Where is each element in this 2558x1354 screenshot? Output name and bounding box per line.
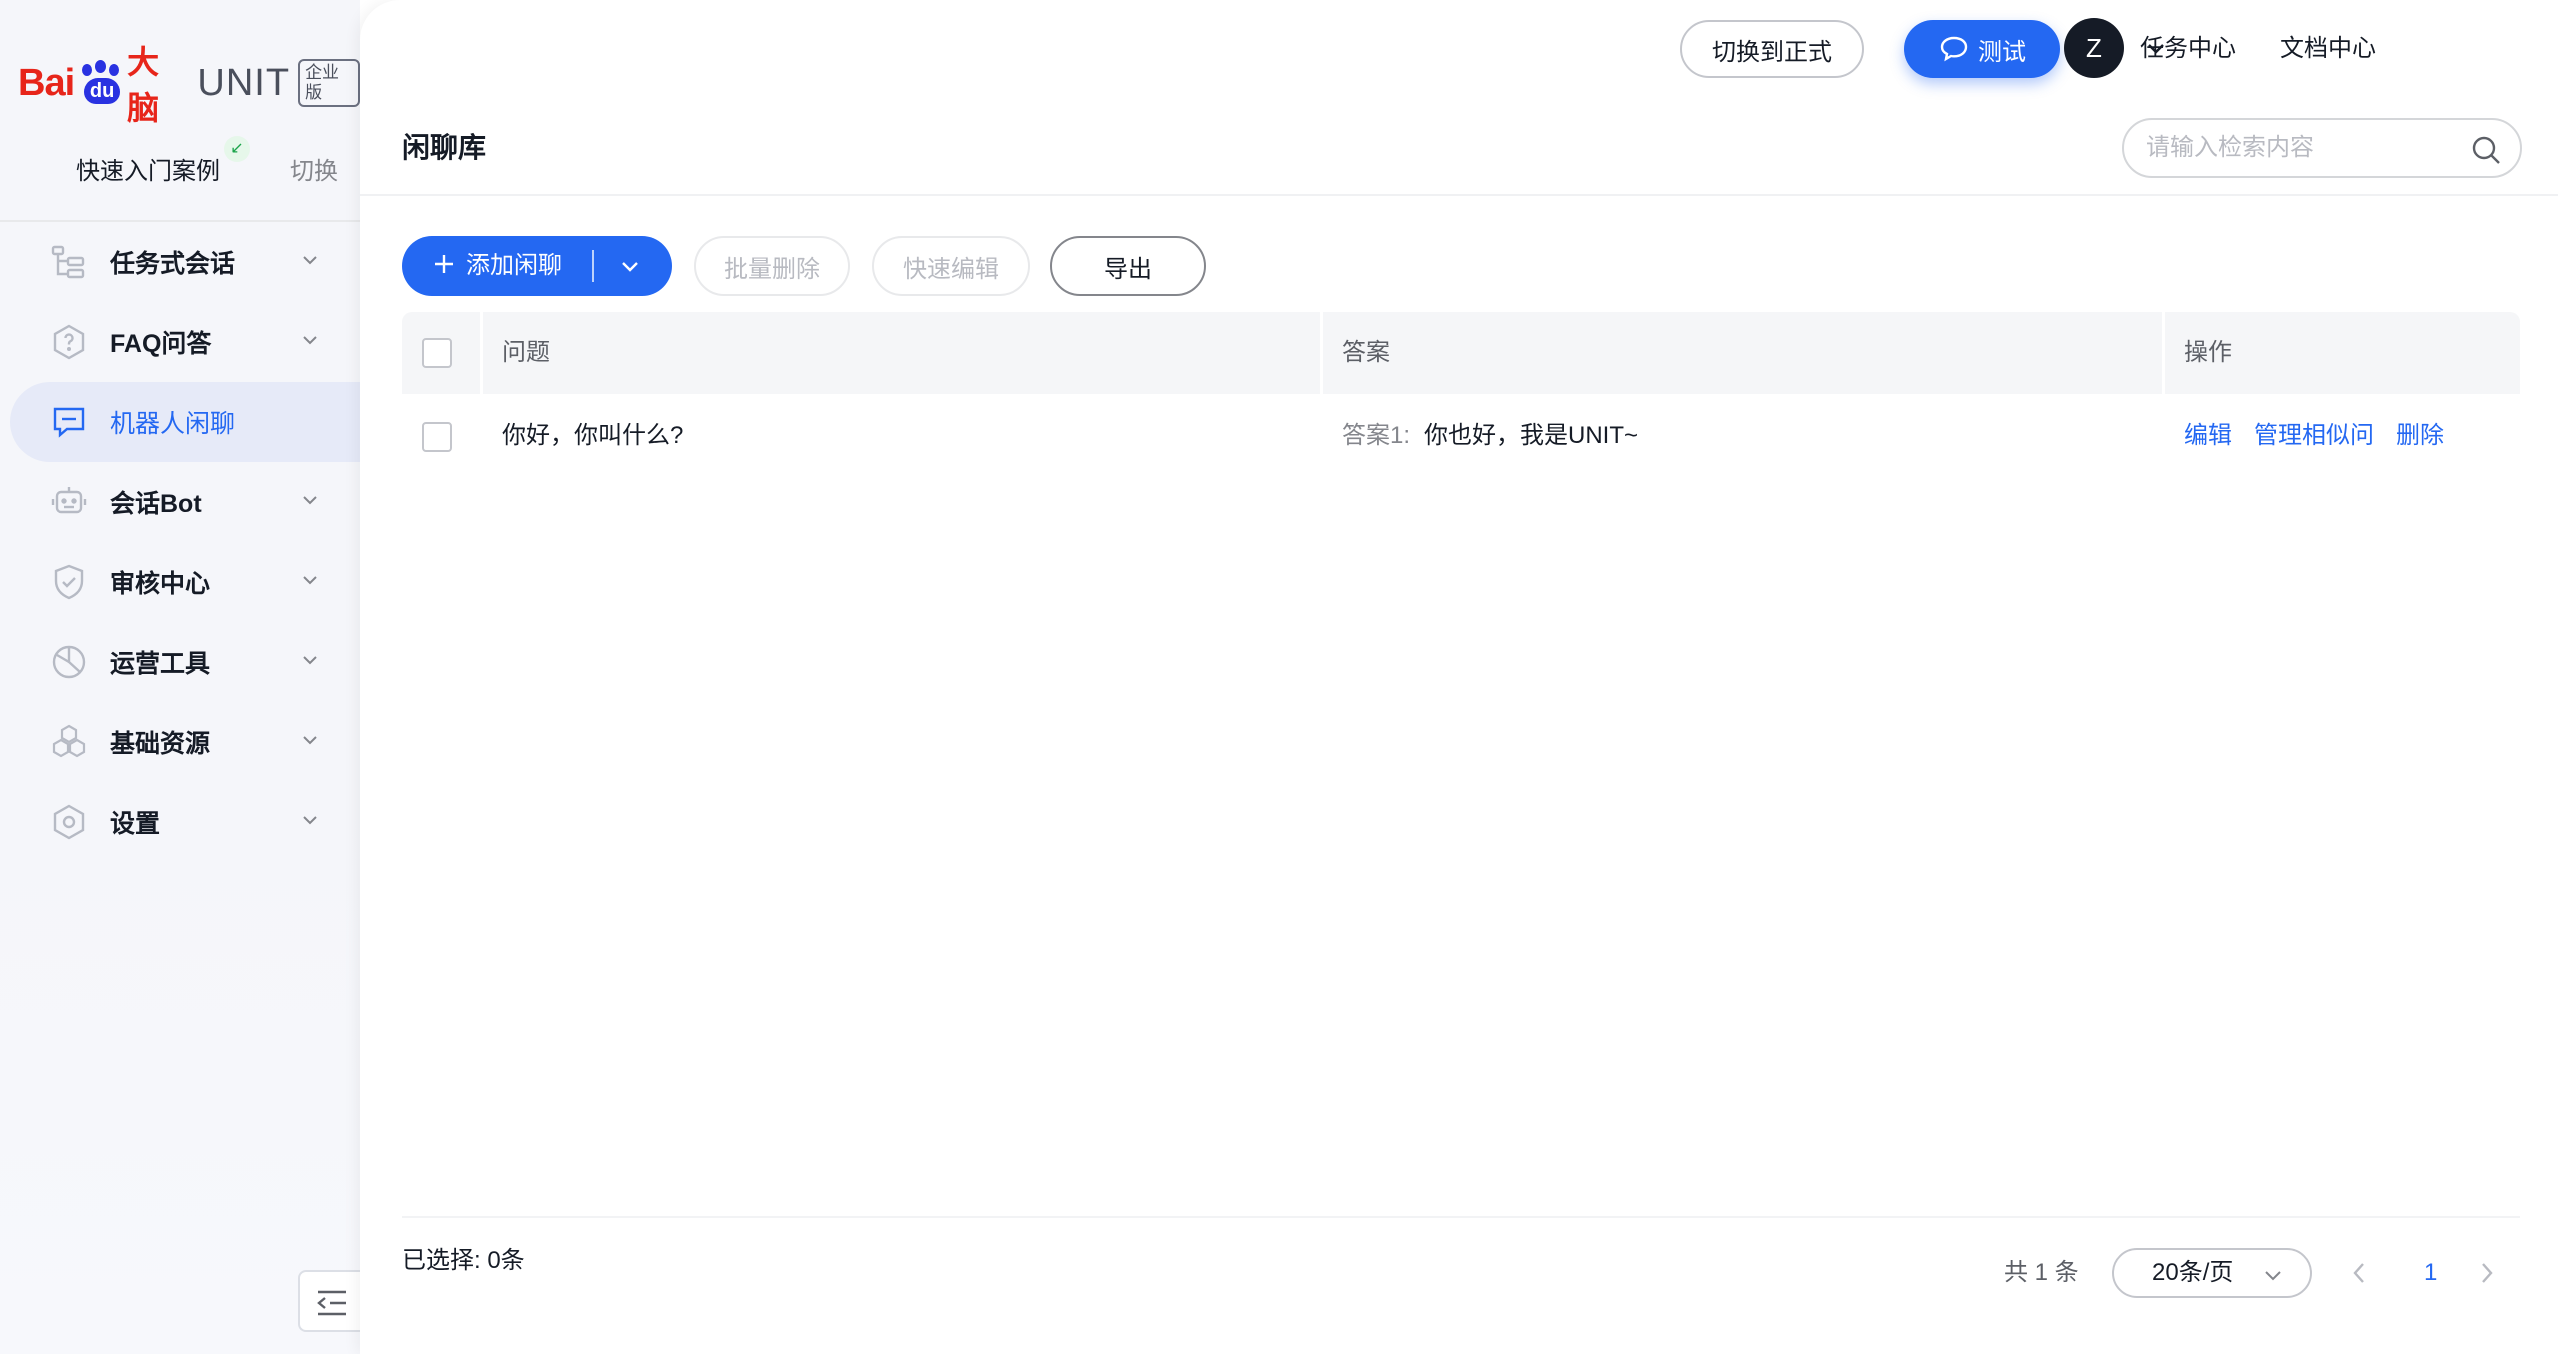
prev-page-icon[interactable] bbox=[2350, 1260, 2370, 1286]
chevron-down-icon bbox=[2265, 1271, 2281, 1281]
sidebar-item-base-resources[interactable]: 基础资源 bbox=[10, 702, 360, 782]
project-link-icon: ↙ bbox=[224, 136, 250, 162]
actions-cell: 编辑 管理相似问 删除 bbox=[2164, 394, 2466, 478]
column-header-question: 问题 bbox=[502, 339, 550, 366]
sidebar-item-label: 会话Bot bbox=[110, 490, 202, 518]
sidebar-item-label: 设置 bbox=[110, 810, 161, 838]
footer-divider bbox=[402, 1216, 2520, 1218]
add-chat-button[interactable]: 添加闲聊 bbox=[402, 236, 672, 296]
test-button-label: 测试 bbox=[1978, 38, 2026, 66]
edition-badge: 企业版 bbox=[298, 59, 360, 107]
sidebar-item-settings[interactable]: 设置 bbox=[10, 782, 360, 862]
table-header: 问题 答案 操作 bbox=[402, 312, 2520, 394]
answer-cell: 答案1: 你也好，我是UNIT~ bbox=[1322, 394, 1638, 478]
top-bar: 切换到正式 测试 任务中心 文档中心 Z bbox=[360, 0, 2558, 98]
sidebar-item-label: 审核中心 bbox=[110, 570, 211, 598]
robot-icon bbox=[51, 487, 87, 514]
chevron-down-icon bbox=[303, 656, 317, 665]
export-button[interactable]: 导出 bbox=[1050, 236, 1206, 296]
sidebar-item-label: 基础资源 bbox=[110, 730, 211, 758]
add-chat-label: 添加闲聊 bbox=[466, 252, 562, 279]
chevron-down-icon[interactable] bbox=[2146, 38, 2166, 58]
collapse-sidebar-icon bbox=[317, 1290, 346, 1316]
sidebar: Bai du 大脑 UNIT 企业版 快速入门案例 ↙ 切换 任务式会话 FAQ… bbox=[0, 0, 362, 1354]
project-selector: 快速入门案例 ↙ 切换 bbox=[76, 136, 346, 192]
paw-icon: du bbox=[76, 60, 123, 106]
task-flow-icon bbox=[51, 245, 85, 279]
manage-similar-link[interactable]: 管理相似问 bbox=[2254, 422, 2374, 449]
shield-icon bbox=[54, 564, 84, 600]
toolbar: 添加闲聊 批量删除 快速编辑 导出 bbox=[402, 236, 2502, 296]
next-page-icon[interactable] bbox=[2476, 1260, 2496, 1286]
answer-text: 你也好，我是UNIT~ bbox=[1424, 422, 1639, 449]
sidebar-item-label: 机器人闲聊 bbox=[110, 410, 236, 438]
product-name: UNIT bbox=[197, 61, 291, 104]
main-content: 切换到正式 测试 任务中心 文档中心 Z 闲聊库 添加闲聊 批量删除 快 bbox=[360, 0, 2558, 1354]
answer-prefix: 答案1: bbox=[1342, 422, 1411, 449]
sidebar-item-task-dialog[interactable]: 任务式会话 bbox=[10, 222, 360, 302]
chat-table: 问题 答案 操作 你好，你叫什么? 答案1: 你也好，我是UNIT~ 编辑 管理相似… bbox=[402, 312, 2520, 478]
sidebar-item-faq[interactable]: FAQ问答 bbox=[10, 302, 360, 382]
chevron-down-icon[interactable] bbox=[620, 258, 640, 276]
sidebar-item-ops-tools[interactable]: 运营工具 bbox=[10, 622, 360, 702]
column-header-actions: 操作 bbox=[2184, 339, 2232, 366]
sidebar-item-robot-chat[interactable]: 机器人闲聊 bbox=[10, 382, 360, 462]
baidu-unit-logo[interactable]: Bai du 大脑 UNIT 企业版 bbox=[18, 44, 360, 126]
sidebar-item-bot[interactable]: 会话Bot bbox=[10, 462, 360, 542]
project-name: 快速入门案例 bbox=[76, 158, 220, 185]
hexagons-icon bbox=[52, 724, 86, 758]
total-count: 共 1 条 bbox=[2004, 1259, 2079, 1286]
select-all-checkbox[interactable] bbox=[422, 338, 452, 368]
switch-to-production-button[interactable]: 切换到正式 bbox=[1680, 20, 1864, 78]
search-icon[interactable] bbox=[2470, 134, 2502, 166]
page-size-select[interactable]: 20条/页 bbox=[2112, 1248, 2312, 1298]
test-button[interactable]: 测试 bbox=[1904, 20, 2060, 78]
search-input[interactable] bbox=[2146, 128, 2446, 168]
logo-du-text: du bbox=[84, 78, 121, 104]
chevron-down-icon bbox=[303, 336, 317, 345]
delete-link[interactable]: 删除 bbox=[2396, 422, 2444, 449]
doc-center-link[interactable]: 文档中心 bbox=[2280, 32, 2376, 66]
settings-icon bbox=[53, 804, 85, 840]
button-split-divider bbox=[592, 250, 594, 282]
edit-link[interactable]: 编辑 bbox=[2184, 422, 2232, 449]
chat-bubble-icon bbox=[53, 407, 85, 438]
sidebar-item-review-center[interactable]: 审核中心 bbox=[10, 542, 360, 622]
page-number[interactable]: 1 bbox=[2424, 1256, 2437, 1290]
selected-count: 已选择: 0条 bbox=[402, 1247, 525, 1274]
sidebar-item-label: 任务式会话 bbox=[110, 250, 236, 278]
chevron-down-icon bbox=[303, 736, 317, 745]
logo-bai-text: Bai bbox=[18, 61, 75, 104]
chevron-down-icon bbox=[303, 256, 317, 265]
project-switch-button[interactable]: 切换 bbox=[290, 152, 338, 192]
table-row: 你好，你叫什么? 答案1: 你也好，我是UNIT~ 编辑 管理相似问 删除 bbox=[402, 394, 2520, 478]
question-cell: 你好，你叫什么? bbox=[502, 422, 684, 449]
page-header: 闲聊库 bbox=[360, 98, 2558, 196]
avatar[interactable]: Z bbox=[2064, 18, 2124, 78]
sidebar-item-label: 运营工具 bbox=[110, 650, 211, 678]
faq-icon bbox=[53, 324, 85, 360]
chevron-down-icon bbox=[303, 816, 317, 825]
page-size-value: 20条/页 bbox=[2152, 1259, 2234, 1286]
batch-delete-button[interactable]: 批量删除 bbox=[694, 236, 850, 296]
chevron-down-icon bbox=[303, 576, 317, 585]
column-header-answer: 答案 bbox=[1342, 339, 1390, 366]
row-checkbox[interactable] bbox=[422, 422, 452, 452]
logo-danao-text: 大脑 bbox=[127, 44, 159, 126]
search-box bbox=[2122, 118, 2522, 178]
sidebar-collapse-button[interactable] bbox=[298, 1270, 362, 1332]
sidebar-item-label: FAQ问答 bbox=[110, 330, 212, 358]
quick-edit-button[interactable]: 快速编辑 bbox=[872, 236, 1030, 296]
chevron-down-icon bbox=[303, 496, 317, 505]
plus-icon bbox=[435, 255, 453, 273]
page-title: 闲聊库 bbox=[402, 132, 487, 163]
sidebar-nav: 任务式会话 FAQ问答 机器人闲聊 会话Bot 审核中心 运营工具 基础资源 设… bbox=[0, 222, 360, 862]
pie-chart-icon bbox=[52, 645, 86, 679]
chat-icon bbox=[1940, 36, 1968, 62]
